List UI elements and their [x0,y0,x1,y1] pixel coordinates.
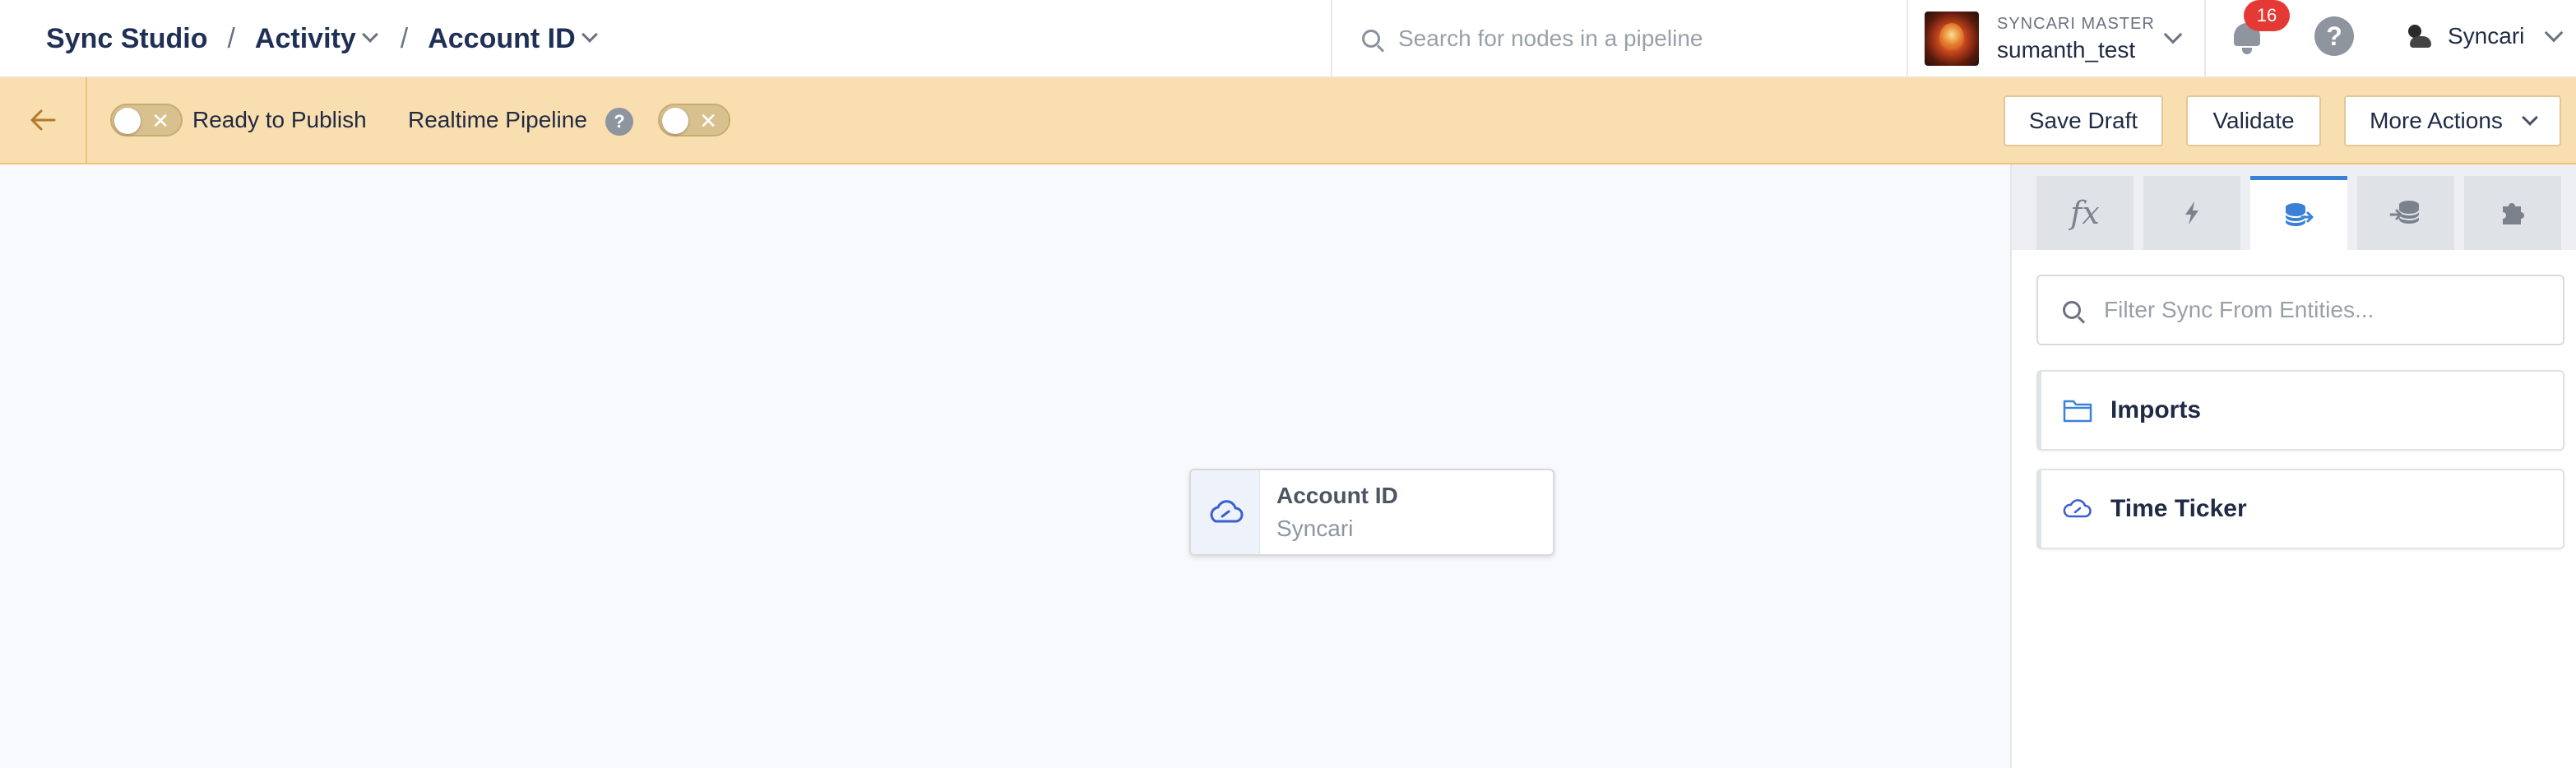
pipeline-canvas[interactable]: Account ID Syncari [0,164,2010,768]
header-divider [2204,0,2206,77]
database-sync-from-icon [2285,202,2314,226]
lightning-icon [2185,201,2198,224]
back-button[interactable] [0,77,87,163]
org-name: Syncari [2448,23,2525,49]
entity-panel: fx Filter Sync From Entities... Imports … [2010,164,2576,768]
tab-actions[interactable] [2143,176,2240,250]
breadcrumb-separator: / [400,22,409,54]
ready-to-publish-toggle[interactable]: ✕ [110,104,183,136]
notification-count-badge: 16 [2244,0,2290,31]
help-icon[interactable]: ? [605,108,633,136]
breadcrumb-separator: / [227,22,235,54]
node-search-input[interactable] [1398,25,1859,52]
chevron-down-icon[interactable] [2545,23,2564,43]
entity-item-label: Imports [2110,396,2202,423]
breadcrumb-activity[interactable]: Activity [255,23,356,55]
panel-tabs: fx [2012,164,2576,250]
database-sync-to-icon [2389,201,2420,224]
account-avatar [1925,12,1979,66]
account-label: SYNCARI MASTER [1997,14,2155,33]
node-title: Account ID [1276,483,1398,508]
entity-item-imports[interactable]: Imports [2036,370,2564,451]
search-icon [1362,30,1380,48]
pipeline-node[interactable]: Account ID Syncari [1189,469,1554,556]
close-icon: ✕ [151,109,169,133]
more-actions-label: More Actions [2370,108,2503,133]
cloud-icon [2063,499,2092,518]
chevron-down-icon[interactable] [361,26,378,43]
search-icon [2063,301,2081,319]
ready-to-publish-label: Ready to Publish [192,107,367,132]
chevron-down-icon [2522,109,2538,126]
puzzle-icon [2503,203,2524,224]
more-actions-button[interactable]: More Actions [2344,95,2561,146]
entity-filter-input[interactable] [2104,297,2532,323]
save-draft-button[interactable]: Save Draft [2004,95,2163,146]
pipeline-toolbar: ✕ Ready to Publish Realtime Pipeline ? ✕… [0,77,2576,164]
validate-button[interactable]: Validate [2186,95,2321,146]
node-subtitle: Syncari [1276,516,1354,541]
entity-item-label: Time Ticker [2110,495,2247,522]
cloud-icon [1191,470,1260,554]
org-switcher[interactable]: Syncari [2402,13,2564,59]
breadcrumb-sync-studio[interactable]: Sync Studio [46,23,207,55]
chevron-down-icon[interactable] [581,26,598,43]
close-icon: ✕ [699,109,717,133]
tab-sync-to[interactable] [2357,176,2454,250]
fx-icon: fx [2070,195,2100,231]
realtime-pipeline-label: Realtime Pipeline [408,107,587,132]
account-switcher[interactable]: SYNCARI MASTER sumanth_test [1925,7,2188,71]
folder-icon [2063,400,2092,423]
tab-functions[interactable]: fx [2036,176,2134,250]
breadcrumb: Sync Studio / Activity / Account ID [46,0,600,77]
tab-plugins[interactable] [2464,176,2561,250]
tab-sync-from[interactable] [2250,176,2347,250]
arrow-left-icon [30,109,56,131]
breadcrumb-account-id[interactable]: Account ID [428,23,575,55]
realtime-pipeline-toggle[interactable]: ✕ [658,104,730,136]
header-divider [1907,0,1908,77]
top-header: Sync Studio / Activity / Account ID SYNC… [0,0,2576,77]
chevron-down-icon[interactable] [2163,25,2183,44]
entity-filter [2036,275,2564,345]
node-search [1331,0,1907,77]
help-icon[interactable]: ? [2314,16,2354,56]
account-name: sumanth_test [1997,36,2136,62]
entity-item-time-ticker[interactable]: Time Ticker [2036,469,2564,549]
org-logo-icon [2402,20,2435,53]
